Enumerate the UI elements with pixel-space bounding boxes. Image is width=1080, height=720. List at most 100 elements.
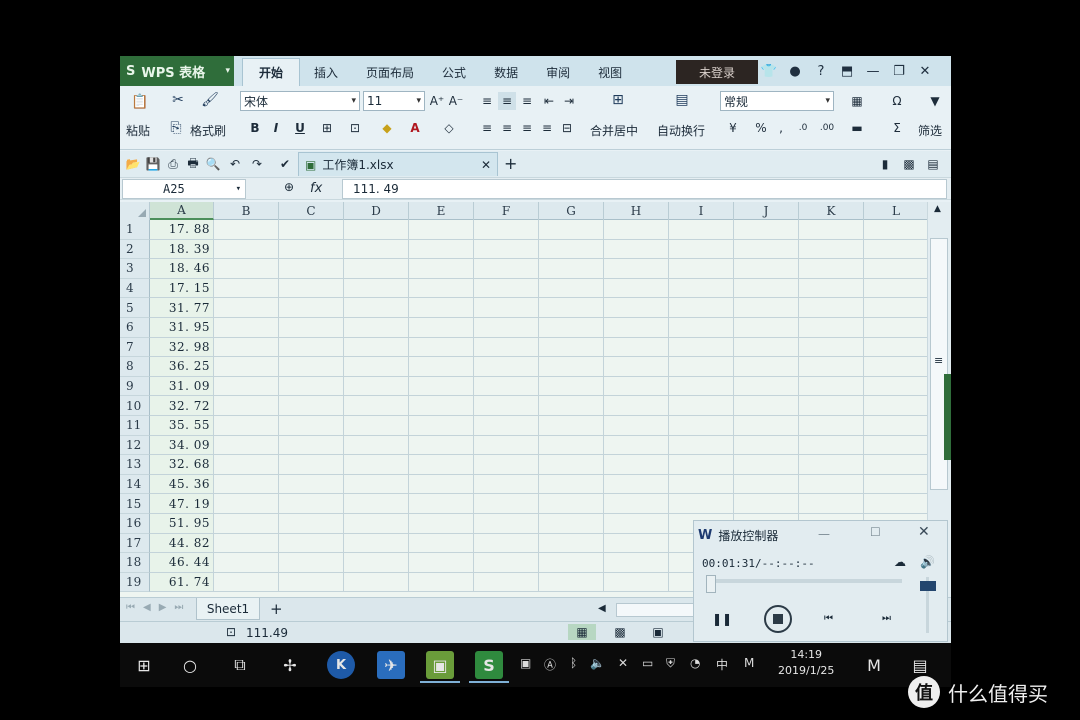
side-panel-toggle[interactable] xyxy=(944,374,951,460)
cell[interactable] xyxy=(799,318,864,338)
cell[interactable] xyxy=(344,455,409,475)
cell[interactable] xyxy=(669,239,734,260)
cell[interactable] xyxy=(344,553,409,573)
cell[interactable] xyxy=(539,435,604,456)
cell[interactable] xyxy=(734,435,799,456)
scroll-up-icon[interactable]: ▲ xyxy=(934,204,941,214)
cell[interactable] xyxy=(214,416,279,436)
cell[interactable] xyxy=(799,278,864,299)
normal-view-icon[interactable]: ▦ xyxy=(568,624,596,640)
increase-decimal-icon[interactable]: .0 xyxy=(794,119,812,137)
cell[interactable] xyxy=(669,318,734,338)
column-header-b[interactable]: B xyxy=(214,202,279,220)
filter-button[interactable]: 筛选 xyxy=(918,122,942,139)
tab-insert[interactable]: 插入 xyxy=(300,58,352,86)
cell[interactable] xyxy=(799,494,864,514)
justify-icon[interactable]: ≡ xyxy=(538,119,556,137)
cell[interactable] xyxy=(604,337,669,358)
cell[interactable] xyxy=(734,396,799,416)
symbol-icon[interactable]: Ω xyxy=(888,92,906,110)
copy-icon[interactable]: ⎘ xyxy=(166,118,186,138)
cell[interactable] xyxy=(864,396,927,416)
paste-icon[interactable]: 📋 xyxy=(130,92,150,112)
cell[interactable] xyxy=(734,337,799,358)
cell[interactable] xyxy=(734,318,799,338)
cell-a[interactable]: 31. 09 xyxy=(150,376,214,397)
add-sheet-button[interactable]: + xyxy=(270,600,283,618)
cell[interactable] xyxy=(864,338,927,358)
cell[interactable] xyxy=(279,357,344,377)
volume-icon[interactable]: 🔊 xyxy=(920,555,935,569)
cell[interactable] xyxy=(734,376,799,397)
increase-font-icon[interactable]: A⁺ xyxy=(428,92,446,110)
reading-view-icon[interactable]: ▣ xyxy=(644,624,672,640)
cell[interactable] xyxy=(474,278,539,299)
cell[interactable] xyxy=(344,239,409,260)
cell[interactable] xyxy=(474,376,539,397)
cell[interactable] xyxy=(214,357,279,377)
cell[interactable] xyxy=(409,396,474,416)
cell[interactable] xyxy=(474,416,539,436)
app-menu-button[interactable]: S WPS 表格 ▾ xyxy=(120,56,234,86)
cell[interactable] xyxy=(864,436,927,456)
cell-style-icon[interactable]: ▬ xyxy=(848,119,866,137)
cell[interactable] xyxy=(279,318,344,338)
cell[interactable] xyxy=(734,455,799,475)
cell[interactable] xyxy=(539,278,604,299)
thousands-icon[interactable]: , xyxy=(772,119,790,137)
cell-a[interactable]: 46. 44 xyxy=(150,553,214,573)
distribute-icon[interactable]: ⊟ xyxy=(558,119,576,137)
cell-a[interactable]: 17. 88 xyxy=(150,220,214,240)
fill-icon[interactable]: ▼ xyxy=(926,92,944,110)
sheet-tab[interactable]: Sheet1 xyxy=(196,598,260,620)
cell[interactable] xyxy=(734,220,799,240)
cell[interactable] xyxy=(669,435,734,456)
number-format-select[interactable]: 常规 ▾ xyxy=(720,91,834,111)
column-header-g[interactable]: G xyxy=(539,202,604,220)
cell[interactable] xyxy=(409,357,474,377)
cell[interactable] xyxy=(474,474,539,495)
row-header[interactable]: 9 xyxy=(120,376,150,397)
cell[interactable] xyxy=(539,357,604,377)
cell[interactable] xyxy=(864,455,927,475)
cell[interactable] xyxy=(344,396,409,416)
row-header[interactable]: 17 xyxy=(120,533,150,554)
cell[interactable] xyxy=(409,337,474,358)
cell[interactable] xyxy=(279,259,344,279)
column-header-l[interactable]: L xyxy=(864,202,927,220)
m-app-icon[interactable]: M xyxy=(744,656,754,670)
chat-icon[interactable]: ● xyxy=(786,62,804,80)
cell[interactable] xyxy=(279,435,344,456)
cell[interactable] xyxy=(864,318,927,338)
row-header[interactable]: 1 xyxy=(120,220,150,240)
seek-handle[interactable] xyxy=(706,575,716,593)
cell[interactable] xyxy=(604,357,669,377)
login-button[interactable]: 未登录 xyxy=(676,60,758,84)
paste-button[interactable]: 粘贴 xyxy=(126,122,150,139)
cell[interactable] xyxy=(409,318,474,338)
column-header-d[interactable]: D xyxy=(344,202,409,220)
skin-icon[interactable]: 👕 xyxy=(760,62,778,80)
cell-a[interactable]: 61. 74 xyxy=(150,572,214,593)
cell-a[interactable]: 51. 95 xyxy=(150,514,214,534)
cell[interactable] xyxy=(409,298,474,318)
cell-a[interactable]: 45. 36 xyxy=(150,474,214,495)
cell[interactable] xyxy=(604,435,669,456)
italic-button[interactable]: I xyxy=(267,119,285,137)
column-header-i[interactable]: I xyxy=(669,202,734,220)
tab-review[interactable]: 审阅 xyxy=(532,58,584,86)
column-header-a[interactable]: A xyxy=(150,202,214,220)
cell[interactable] xyxy=(474,553,539,573)
export-pdf-icon[interactable]: ⎙ xyxy=(164,155,182,173)
column-header-k[interactable]: K xyxy=(799,202,864,220)
cell[interactable] xyxy=(344,514,409,534)
cell[interactable] xyxy=(604,396,669,416)
indent-decrease-icon[interactable]: ⇤ xyxy=(540,92,558,110)
search-circle-icon[interactable]: ○ xyxy=(176,651,204,679)
cell[interactable] xyxy=(799,357,864,377)
cell[interactable] xyxy=(539,494,604,514)
cell[interactable] xyxy=(214,455,279,475)
row-header[interactable]: 7 xyxy=(120,337,150,358)
indent-increase-icon[interactable]: ⇥ xyxy=(560,92,578,110)
cell[interactable] xyxy=(409,455,474,475)
